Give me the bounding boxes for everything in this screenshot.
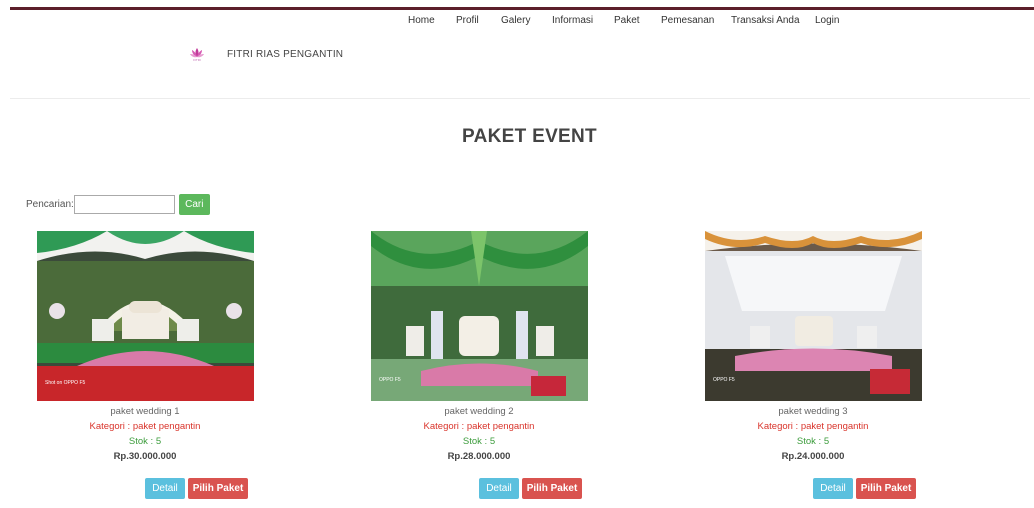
product-stock: Stok : 5	[128, 436, 162, 447]
main-nav: Home Profil Galery Informasi Paket Pemes…	[0, 15, 1034, 29]
product-category: Kategori : paket pengantin	[89, 421, 201, 432]
product-price: Rp.24.000.000	[781, 451, 845, 462]
product-name: paket wedding 2	[444, 406, 514, 417]
photo-caption: Shot on OPPO F5	[45, 380, 86, 386]
product-actions: Detail Pilih Paket	[479, 478, 582, 499]
product-card: OPPO F5 paket wedding 3 Kategori : paket…	[705, 231, 922, 499]
nav-home[interactable]: Home	[408, 15, 435, 26]
search-label: Pencarian:	[26, 199, 74, 210]
pilih-paket-button[interactable]: Pilih Paket	[522, 478, 582, 499]
product-photo[interactable]: Shot on OPPO F5	[37, 231, 254, 401]
top-accent-bar	[10, 7, 1034, 10]
product-card: Shot on OPPO F5 paket wedding 1 Kategori…	[37, 231, 254, 499]
search-button[interactable]: Cari	[178, 194, 210, 215]
pilih-paket-button[interactable]: Pilih Paket	[856, 478, 916, 499]
product-name: paket wedding 3	[778, 406, 848, 417]
detail-button[interactable]: Detail	[145, 478, 185, 499]
nav-pemesanan[interactable]: Pemesanan	[661, 15, 714, 26]
product-price: Rp.28.000.000	[447, 451, 511, 462]
nav-transaksi-anda[interactable]: Transaksi Anda	[731, 15, 800, 26]
nav-informasi[interactable]: Informasi	[552, 15, 593, 26]
photo-caption: OPPO F5	[713, 377, 735, 383]
product-stock: Stok : 5	[462, 436, 496, 447]
product-info: paket wedding 2 Kategori : paket pengant…	[321, 404, 637, 464]
product-photo[interactable]: OPPO F5	[705, 231, 922, 401]
search-bar: Pencarian: Cari	[26, 194, 210, 215]
product-price: Rp.30.000.000	[113, 451, 177, 462]
nav-paket[interactable]: Paket	[614, 15, 640, 26]
product-name: paket wedding 1	[110, 406, 180, 417]
product-category: Kategori : paket pengantin	[423, 421, 535, 432]
search-input[interactable]	[73, 195, 175, 214]
product-card: OPPO F5 paket wedding 2 Kategori : paket…	[371, 231, 588, 499]
detail-button[interactable]: Detail	[813, 478, 853, 499]
product-photo[interactable]: OPPO F5	[371, 231, 588, 401]
product-info: paket wedding 3 Kategori : paket pengant…	[655, 404, 971, 464]
nav-profil[interactable]: Profil	[456, 15, 479, 26]
brand-name: FITRI RIAS PENGANTIN	[227, 48, 344, 60]
detail-button[interactable]: Detail	[479, 478, 519, 499]
product-actions: Detail Pilih Paket	[145, 478, 248, 499]
photo-caption: OPPO F5	[379, 377, 401, 383]
logo-text: FITRI	[193, 57, 201, 62]
header-divider	[10, 98, 1030, 99]
nav-login[interactable]: Login	[815, 15, 839, 26]
page-title: PAKET EVENT	[462, 126, 597, 147]
nav-galery[interactable]: Galery	[501, 15, 530, 26]
product-info: paket wedding 1 Kategori : paket pengant…	[0, 404, 303, 464]
lotus-logo-icon: FITRI	[178, 41, 216, 67]
product-stock: Stok : 5	[796, 436, 830, 447]
product-category: Kategori : paket pengantin	[757, 421, 869, 432]
pilih-paket-button[interactable]: Pilih Paket	[188, 478, 248, 499]
brand[interactable]: FITRI FITRI RIAS PENGANTIN	[178, 41, 343, 67]
product-actions: Detail Pilih Paket	[813, 478, 916, 499]
